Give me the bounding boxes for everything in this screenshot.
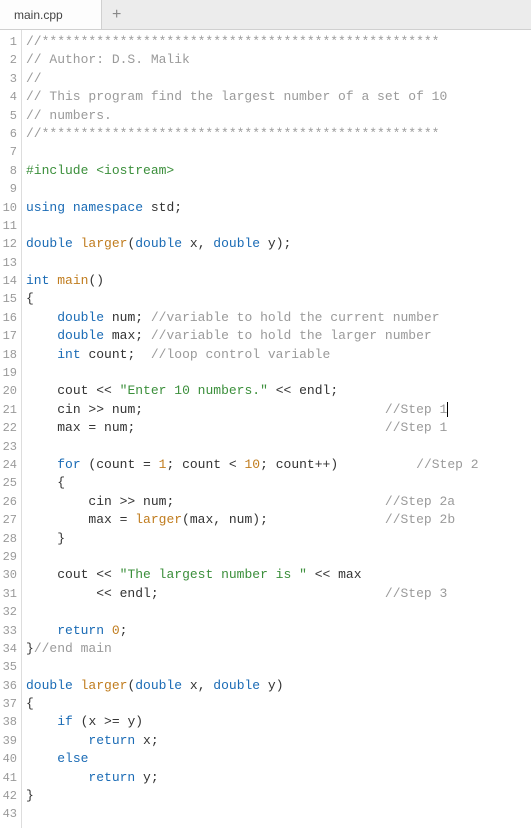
code-area[interactable]: //**************************************… (22, 30, 531, 828)
line-number: 22 (0, 419, 21, 437)
code-line[interactable]: double larger(double x, double y); (26, 235, 531, 253)
code-line[interactable]: { (26, 474, 531, 492)
line-number-gutter: 1234567891011121314151617181920212223242… (0, 30, 22, 828)
code-line[interactable]: cout << "The largest number is " << max (26, 566, 531, 584)
code-line[interactable]: << endl; //Step 3 (26, 585, 531, 603)
line-number: 21 (0, 401, 21, 419)
code-line[interactable]: cin >> num; //Step 1 (26, 401, 531, 419)
code-line[interactable]: //**************************************… (26, 33, 531, 51)
code-line[interactable]: } (26, 787, 531, 805)
code-line[interactable]: // This program find the largest number … (26, 88, 531, 106)
line-number: 15 (0, 290, 21, 308)
line-number: 38 (0, 713, 21, 731)
tab-bar: main.cpp + (0, 0, 531, 30)
code-line[interactable]: else (26, 750, 531, 768)
code-line[interactable]: { (26, 290, 531, 308)
code-line[interactable] (26, 364, 531, 382)
line-number: 33 (0, 622, 21, 640)
line-number: 10 (0, 199, 21, 217)
code-line[interactable]: cin >> num; //Step 2a (26, 493, 531, 511)
code-line[interactable]: using namespace std; (26, 199, 531, 217)
line-number: 23 (0, 438, 21, 456)
code-line[interactable]: max = larger(max, num); //Step 2b (26, 511, 531, 529)
code-line[interactable] (26, 180, 531, 198)
code-line[interactable]: for (count = 1; count < 10; count++) //S… (26, 456, 531, 474)
code-line[interactable]: double num; //variable to hold the curre… (26, 309, 531, 327)
line-number: 13 (0, 254, 21, 272)
code-line[interactable]: double max; //variable to hold the large… (26, 327, 531, 345)
line-number: 4 (0, 88, 21, 106)
code-line[interactable]: int main() (26, 272, 531, 290)
tab-add-button[interactable]: + (102, 0, 132, 29)
line-number: 5 (0, 107, 21, 125)
code-line[interactable]: int count; //loop control variable (26, 346, 531, 364)
code-line[interactable]: if (x >= y) (26, 713, 531, 731)
line-number: 16 (0, 309, 21, 327)
code-line[interactable] (26, 805, 531, 823)
line-number: 8 (0, 162, 21, 180)
code-line[interactable]: return x; (26, 732, 531, 750)
code-line[interactable]: #include <iostream> (26, 162, 531, 180)
line-number: 11 (0, 217, 21, 235)
line-number: 32 (0, 603, 21, 621)
code-line[interactable] (26, 438, 531, 456)
code-line[interactable]: max = num; //Step 1 (26, 419, 531, 437)
line-number: 40 (0, 750, 21, 768)
line-number: 30 (0, 566, 21, 584)
line-number: 24 (0, 456, 21, 474)
code-line[interactable]: { (26, 695, 531, 713)
line-number: 6 (0, 125, 21, 143)
line-number: 25 (0, 474, 21, 492)
line-number: 43 (0, 805, 21, 823)
line-number: 34 (0, 640, 21, 658)
line-number: 19 (0, 364, 21, 382)
code-line[interactable] (26, 548, 531, 566)
code-line[interactable]: }//end main (26, 640, 531, 658)
code-line[interactable]: cout << "Enter 10 numbers." << endl; (26, 382, 531, 400)
code-line[interactable]: // numbers. (26, 107, 531, 125)
line-number: 7 (0, 143, 21, 161)
code-editor: 1234567891011121314151617181920212223242… (0, 30, 531, 828)
line-number: 17 (0, 327, 21, 345)
code-line[interactable]: return 0; (26, 622, 531, 640)
line-number: 12 (0, 235, 21, 253)
tab-label: main.cpp (14, 8, 63, 22)
code-line[interactable] (26, 217, 531, 235)
line-number: 14 (0, 272, 21, 290)
code-line[interactable] (26, 658, 531, 676)
line-number: 35 (0, 658, 21, 676)
code-line[interactable] (26, 603, 531, 621)
line-number: 20 (0, 382, 21, 400)
code-line[interactable]: return y; (26, 769, 531, 787)
code-line[interactable] (26, 143, 531, 161)
line-number: 41 (0, 769, 21, 787)
tab-main-cpp[interactable]: main.cpp (0, 0, 102, 29)
line-number: 27 (0, 511, 21, 529)
code-line[interactable]: // (26, 70, 531, 88)
code-line[interactable]: // Author: D.S. Malik (26, 51, 531, 69)
line-number: 31 (0, 585, 21, 603)
line-number: 39 (0, 732, 21, 750)
code-line[interactable]: } (26, 530, 531, 548)
line-number: 42 (0, 787, 21, 805)
line-number: 9 (0, 180, 21, 198)
line-number: 3 (0, 70, 21, 88)
plus-icon: + (112, 6, 122, 24)
line-number: 2 (0, 51, 21, 69)
line-number: 26 (0, 493, 21, 511)
line-number: 37 (0, 695, 21, 713)
line-number: 36 (0, 677, 21, 695)
line-number: 28 (0, 530, 21, 548)
line-number: 18 (0, 346, 21, 364)
code-line[interactable] (26, 254, 531, 272)
code-line[interactable]: //**************************************… (26, 125, 531, 143)
text-cursor (447, 402, 448, 417)
line-number: 1 (0, 33, 21, 51)
line-number: 29 (0, 548, 21, 566)
code-line[interactable]: double larger(double x, double y) (26, 677, 531, 695)
